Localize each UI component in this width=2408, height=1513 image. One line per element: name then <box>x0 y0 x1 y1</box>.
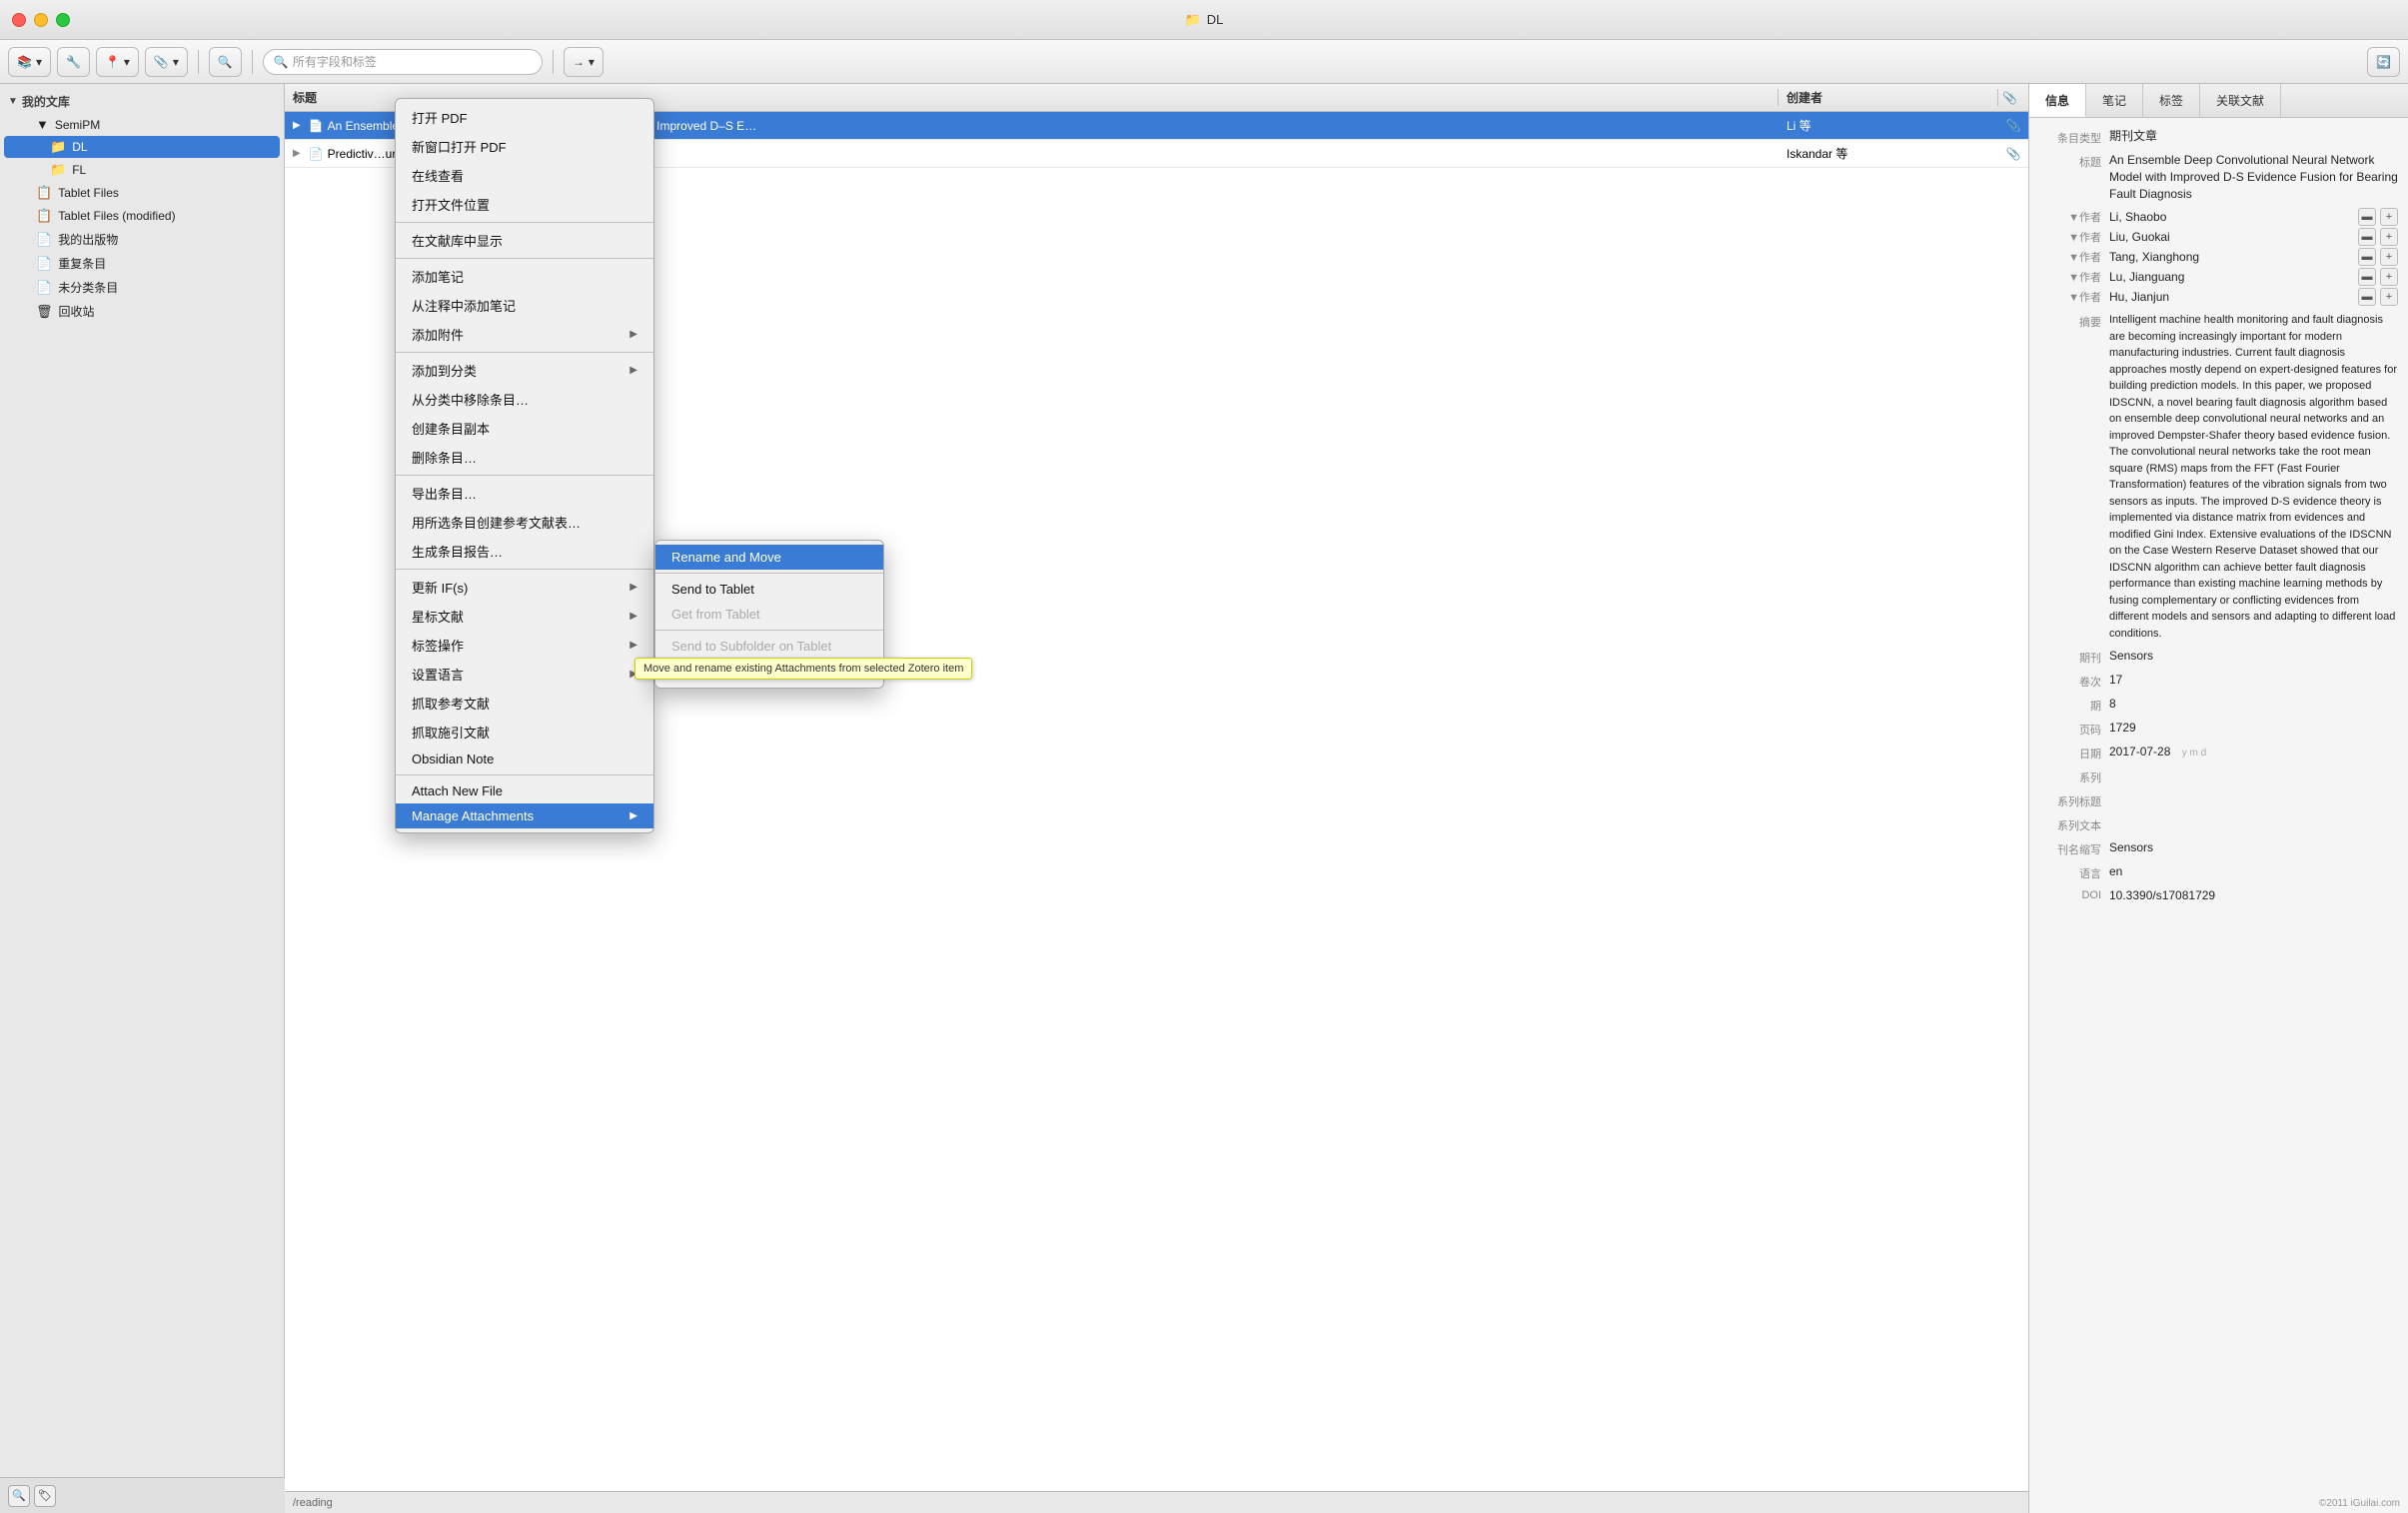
menu-item-open-location[interactable]: 打开文件位置 <box>396 190 653 219</box>
menu-item-open-pdf[interactable]: 打开 PDF <box>396 103 653 132</box>
menu-online-view-label: 在线查看 <box>412 166 464 185</box>
menu-add-category-label: 添加到分类 <box>412 361 477 380</box>
menu-fetch-citations-label: 抓取施引文献 <box>412 723 490 742</box>
submenu-arrow-icon: ▶ <box>629 329 637 340</box>
menu-sep4 <box>396 475 653 476</box>
menu-update-if-label: 更新 IF(s) <box>412 578 468 597</box>
submenu-arrow-icon2: ▶ <box>629 365 637 376</box>
menu-item-add-attachment[interactable]: 添加附件 ▶ <box>396 320 653 349</box>
submenu-item-send-subfolder: Send to Subfolder on Tablet <box>655 634 883 659</box>
menu-bibliography-label: 用所选条目创建参考文献表… <box>412 513 581 532</box>
tooltip: Move and rename existing Attachments fro… <box>634 658 972 680</box>
menu-item-set-language[interactable]: 设置语言 ▶ <box>396 660 653 689</box>
menu-item-obsidian[interactable]: Obsidian Note <box>396 747 653 771</box>
menu-item-add-note-from-annotation[interactable]: 从注释中添加笔记 <box>396 291 653 320</box>
menu-open-pdf-label: 打开 PDF <box>412 108 468 127</box>
menu-manage-attach-label: Manage Attachments <box>412 808 534 823</box>
submenu-sep2 <box>655 630 883 631</box>
context-menu: 打开 PDF 新窗口打开 PDF 在线查看 打开文件位置 在文献库中显示 添加笔… <box>395 98 654 833</box>
overlay[interactable]: 打开 PDF 新窗口打开 PDF 在线查看 打开文件位置 在文献库中显示 添加笔… <box>0 0 2408 1513</box>
submenu-arrow-icon5: ▶ <box>629 640 637 651</box>
menu-item-manage-attachments[interactable]: Manage Attachments ▶ <box>396 803 653 828</box>
menu-item-attach-new-file[interactable]: Attach New File <box>396 778 653 803</box>
menu-obsidian-label: Obsidian Note <box>412 752 494 766</box>
submenu-arrow-icon3: ▶ <box>629 582 637 593</box>
menu-fetch-refs-label: 抓取参考文献 <box>412 694 490 713</box>
menu-item-generate-report[interactable]: 生成条目报告… <box>396 537 653 566</box>
submenu-send-subfolder-label: Send to Subfolder on Tablet <box>671 639 831 654</box>
menu-set-lang-label: 设置语言 <box>412 665 464 684</box>
menu-item-fetch-citations[interactable]: 抓取施引文献 <box>396 718 653 747</box>
menu-item-create-bibliography[interactable]: 用所选条目创建参考文献表… <box>396 508 653 537</box>
menu-report-label: 生成条目报告… <box>412 542 503 561</box>
menu-attach-new-label: Attach New File <box>412 783 503 798</box>
tooltip-text: Move and rename existing Attachments fro… <box>643 663 963 675</box>
menu-add-attachment-label: 添加附件 <box>412 325 464 344</box>
menu-item-remove-from-category[interactable]: 从分类中移除条目… <box>396 385 653 414</box>
submenu-item-rename-move[interactable]: Rename and Move <box>655 545 883 570</box>
menu-sep1 <box>396 222 653 223</box>
menu-item-export[interactable]: 导出条目… <box>396 479 653 508</box>
submenu-sep1 <box>655 573 883 574</box>
menu-sep2 <box>396 258 653 259</box>
menu-duplicate-label: 创建条目副本 <box>412 419 490 438</box>
submenu-send-tablet-label: Send to Tablet <box>671 582 754 597</box>
menu-item-update-if[interactable]: 更新 IF(s) ▶ <box>396 573 653 602</box>
menu-export-label: 导出条目… <box>412 484 477 503</box>
submenu-arrow-manage-icon: ▶ <box>629 810 637 821</box>
menu-star-label: 星标文献 <box>412 607 464 626</box>
menu-item-star[interactable]: 星标文献 ▶ <box>396 602 653 631</box>
menu-item-add-to-category[interactable]: 添加到分类 ▶ <box>396 356 653 385</box>
menu-item-add-note[interactable]: 添加笔记 <box>396 262 653 291</box>
submenu-arrow-icon4: ▶ <box>629 611 637 622</box>
menu-item-new-window-pdf[interactable]: 新窗口打开 PDF <box>396 132 653 161</box>
menu-add-note-annot-label: 从注释中添加笔记 <box>412 296 516 315</box>
menu-item-online-view[interactable]: 在线查看 <box>396 161 653 190</box>
menu-remove-category-label: 从分类中移除条目… <box>412 390 529 409</box>
submenu-rename-move-label: Rename and Move <box>671 550 781 565</box>
submenu-item-get-tablet: Get from Tablet <box>655 602 883 627</box>
menu-item-delete[interactable]: 删除条目… <box>396 443 653 472</box>
menu-delete-label: 删除条目… <box>412 448 477 467</box>
menu-item-fetch-refs[interactable]: 抓取参考文献 <box>396 689 653 718</box>
menu-item-duplicate[interactable]: 创建条目副本 <box>396 414 653 443</box>
menu-sep5 <box>396 569 653 570</box>
menu-item-tag-ops[interactable]: 标签操作 ▶ <box>396 631 653 660</box>
menu-new-window-label: 新窗口打开 PDF <box>412 137 507 156</box>
menu-open-location-label: 打开文件位置 <box>412 195 490 214</box>
menu-sep6 <box>396 774 653 775</box>
menu-item-show-library[interactable]: 在文献库中显示 <box>396 226 653 255</box>
menu-add-note-label: 添加笔记 <box>412 267 464 286</box>
menu-show-library-label: 在文献库中显示 <box>412 231 503 250</box>
submenu-get-tablet-label: Get from Tablet <box>671 607 760 622</box>
menu-tag-ops-label: 标签操作 <box>412 636 464 655</box>
submenu-item-send-tablet[interactable]: Send to Tablet <box>655 577 883 602</box>
menu-sep3 <box>396 352 653 353</box>
